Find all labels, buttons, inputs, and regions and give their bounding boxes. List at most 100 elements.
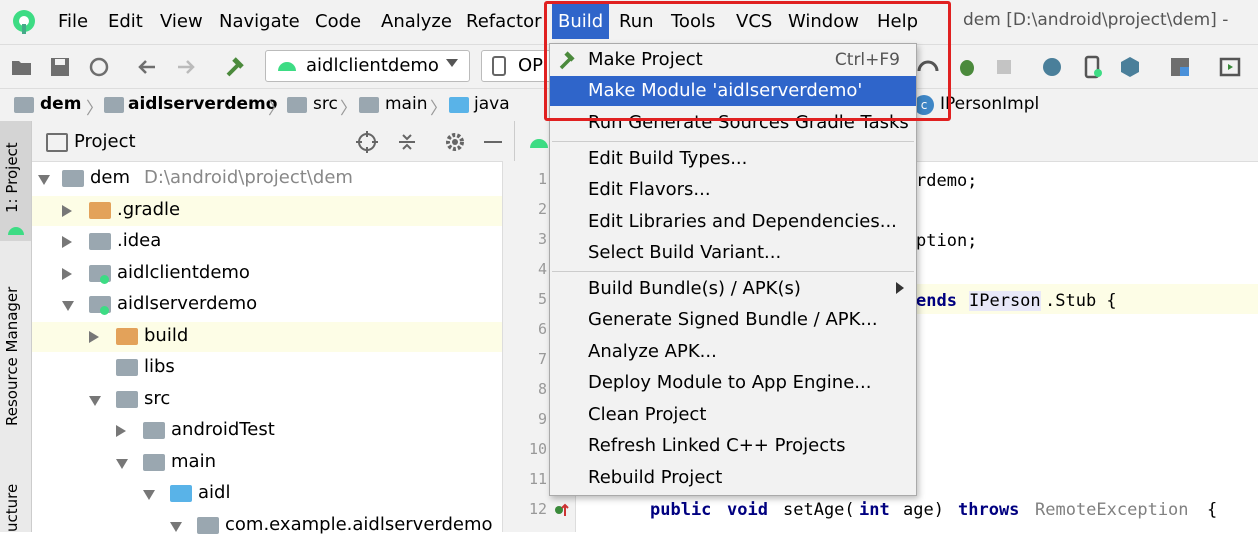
sdk-manager-icon[interactable]: [1118, 55, 1142, 79]
tree-label: src: [144, 388, 171, 409]
collapse-arrow-icon[interactable]: [62, 205, 72, 217]
code-keyword: throws: [958, 500, 1020, 520]
sync-icon[interactable]: [87, 55, 111, 79]
run-config-label: aidlclientdemo: [306, 55, 439, 76]
save-icon[interactable]: [48, 55, 72, 79]
tree-item-main[interactable]: main: [32, 448, 502, 478]
breadcrumb-class[interactable]: IPersonImpl: [940, 94, 1039, 114]
folder-icon: [143, 422, 165, 439]
menu-separator: [552, 271, 914, 272]
collapse-arrow-icon[interactable]: [116, 425, 126, 437]
tree-item-dem[interactable]: dem D:\android\project\dem: [32, 164, 502, 194]
tree-label: .gradle: [117, 199, 181, 220]
tree-item-package[interactable]: com.example.aidlserverdemo: [32, 511, 502, 541]
present-icon[interactable]: [1218, 55, 1242, 79]
chevron-right-icon: 〉: [340, 99, 357, 119]
menu-navigate[interactable]: Navigate: [219, 11, 300, 32]
panel-scrollbar[interactable]: [502, 161, 515, 532]
line-number: 3: [537, 230, 547, 248]
tree-item-src[interactable]: src: [32, 385, 502, 415]
line-number: 4: [537, 260, 547, 278]
breadcrumb-main[interactable]: main: [385, 94, 427, 114]
collapse-arrow-icon[interactable]: [62, 268, 72, 280]
menu-item-refresh-cpp[interactable]: Refresh Linked C++ Projects: [550, 431, 916, 461]
minimize-icon[interactable]: [484, 141, 502, 143]
folder-icon: [116, 391, 138, 408]
gear-icon[interactable]: [444, 131, 466, 153]
project-structure-icon[interactable]: [1168, 55, 1192, 79]
hammer-icon[interactable]: [224, 55, 248, 79]
menu-item-label: Analyze APK...: [588, 341, 717, 362]
breadcrumb-java[interactable]: java: [474, 94, 510, 114]
tree-item-aidlclientdemo[interactable]: aidlclientdemo: [32, 259, 502, 289]
project-panel-title[interactable]: Project: [74, 131, 136, 152]
menu-view[interactable]: View: [160, 11, 203, 32]
avd-manager-icon[interactable]: [1080, 55, 1104, 79]
code-keyword: ends: [916, 291, 957, 311]
collapse-all-icon[interactable]: [396, 131, 418, 153]
stop-icon[interactable]: [992, 55, 1016, 79]
debug-bug-icon[interactable]: [955, 55, 979, 79]
chevron-right-icon: 〉: [86, 99, 103, 119]
open-folder-icon[interactable]: [10, 55, 34, 79]
menu-refactor[interactable]: Refactor: [466, 11, 542, 32]
menu-file[interactable]: File: [58, 11, 88, 32]
menu-analyze[interactable]: Analyze: [381, 11, 452, 32]
expand-arrow-icon[interactable]: [116, 459, 128, 469]
menu-code[interactable]: Code: [315, 11, 361, 32]
forward-arrow-icon[interactable]: [174, 55, 198, 79]
tree-item-build[interactable]: build: [32, 322, 502, 352]
android-icon: [278, 62, 296, 71]
line-number: 12: [528, 500, 547, 518]
project-tool-tab[interactable]: 1: Project: [3, 142, 21, 213]
menu-item-generate-signed[interactable]: Generate Signed Bundle / APK...: [550, 305, 916, 335]
sync-gradle-icon[interactable]: [1040, 55, 1064, 79]
breadcrumb-src[interactable]: src: [313, 94, 338, 114]
module-badge-icon: [100, 306, 109, 315]
implementation-marker-icon[interactable]: [553, 502, 569, 518]
menu-edit[interactable]: Edit: [108, 11, 143, 32]
tool-window-strip: 1: Project Resource Manager ucture: [0, 121, 32, 532]
expand-arrow-icon[interactable]: [62, 301, 74, 311]
phone-icon: [492, 56, 506, 76]
project-panel: Project dem D:\android\project\dem .grad…: [32, 121, 515, 535]
collapse-arrow-icon[interactable]: [89, 331, 99, 343]
project-folder-icon: [62, 170, 84, 187]
menu-item-label: Build Bundle(s) / APK(s): [588, 278, 801, 299]
breadcrumb-module[interactable]: aidlserverdemo: [128, 94, 277, 114]
line-number: 7: [537, 350, 547, 368]
menu-item-edit-libraries[interactable]: Edit Libraries and Dependencies...: [550, 207, 916, 237]
expand-arrow-icon[interactable]: [38, 175, 50, 185]
line-number: 8: [537, 380, 547, 398]
tree-item-libs[interactable]: libs: [32, 353, 502, 383]
menu-item-build-bundles[interactable]: Build Bundle(s) / APK(s): [550, 274, 916, 304]
menu-item-edit-build-types[interactable]: Edit Build Types...: [550, 144, 916, 174]
android-studio-logo-icon: [13, 10, 35, 34]
breadcrumb-dem[interactable]: dem: [40, 94, 81, 114]
tree-item-gradle[interactable]: .gradle: [32, 196, 502, 226]
line-number: 5: [537, 290, 547, 308]
menu-item-deploy-module[interactable]: Deploy Module to App Engine...: [550, 368, 916, 398]
tree-item-idea[interactable]: .idea: [32, 227, 502, 257]
menu-item-analyze-apk[interactable]: Analyze APK...: [550, 337, 916, 367]
locate-icon[interactable]: [356, 131, 378, 153]
code-keyword: public: [650, 500, 712, 520]
line-number: 2: [537, 200, 547, 218]
menu-item-select-build-variant[interactable]: Select Build Variant...: [550, 238, 916, 268]
back-arrow-icon[interactable]: [135, 55, 159, 79]
device-dropdown[interactable]: OP: [481, 50, 553, 82]
collapse-arrow-icon[interactable]: [62, 236, 72, 248]
menu-item-edit-flavors[interactable]: Edit Flavors...: [550, 175, 916, 205]
expand-arrow-icon[interactable]: [143, 490, 155, 500]
tree-item-aidl[interactable]: aidl: [32, 479, 502, 509]
tree-label: build: [144, 325, 189, 346]
expand-arrow-icon[interactable]: [170, 522, 182, 532]
resource-manager-tab[interactable]: Resource Manager: [3, 287, 21, 426]
menu-item-clean-project[interactable]: Clean Project: [550, 400, 916, 430]
tree-item-androidtest[interactable]: androidTest: [32, 416, 502, 446]
tree-item-aidlserverdemo[interactable]: aidlserverdemo: [32, 290, 502, 320]
expand-arrow-icon[interactable]: [89, 396, 101, 406]
run-config-dropdown[interactable]: aidlclientdemo: [265, 50, 470, 82]
menu-item-rebuild-project[interactable]: Rebuild Project: [550, 463, 916, 493]
structure-tab[interactable]: ucture: [3, 484, 21, 532]
